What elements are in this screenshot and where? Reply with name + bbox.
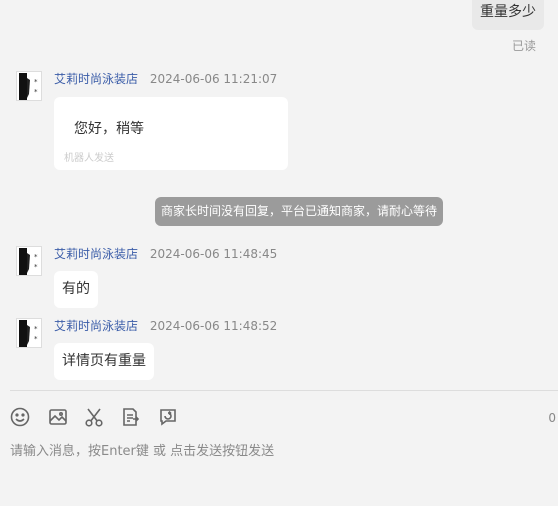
message-bubble: 您好，稍等 机器人发送 bbox=[54, 97, 288, 170]
read-status: 已读 bbox=[511, 39, 536, 53]
robot-sent-note: 机器人发送 bbox=[64, 153, 114, 164]
svg-text:*: * bbox=[34, 325, 38, 333]
shop-avatar[interactable]: * * bbox=[16, 71, 42, 101]
message-text: 详情页有重量 bbox=[62, 353, 146, 369]
shop-name[interactable]: 艾莉时尚泳装店 bbox=[54, 247, 138, 261]
image-icon[interactable] bbox=[46, 405, 70, 429]
message-time: 2024-06-06 11:21:07 bbox=[149, 72, 278, 86]
shop-name[interactable]: 艾莉时尚泳装店 bbox=[54, 72, 138, 86]
customer-message-text: 重量多少 bbox=[480, 4, 536, 20]
customer-message-bubble: 重量多少 bbox=[472, 0, 544, 30]
message-bubble: 详情页有重量 bbox=[54, 343, 154, 380]
svg-text:*: * bbox=[34, 78, 38, 86]
message-time: 2024-06-06 11:48:45 bbox=[149, 247, 278, 261]
shop-avatar[interactable]: * * bbox=[16, 318, 42, 348]
svg-text:*: * bbox=[34, 253, 38, 261]
svg-text:*: * bbox=[34, 88, 38, 96]
message-bubble: 有的 bbox=[54, 271, 98, 308]
system-notice: 商家长时间没有回复，平台已通知商家，请耐心等待 bbox=[155, 197, 443, 226]
refresh-chat-icon[interactable] bbox=[156, 405, 180, 429]
svg-text:*: * bbox=[34, 335, 38, 343]
message-meta: 艾莉时尚泳装店 2024-06-06 11:48:52 bbox=[54, 318, 277, 334]
message-text: 您好，稍等 bbox=[74, 121, 144, 137]
svg-text:*: * bbox=[34, 263, 38, 271]
message-input[interactable] bbox=[10, 440, 530, 462]
message-meta: 艾莉时尚泳装店 2024-06-06 11:48:45 bbox=[54, 246, 277, 262]
input-divider bbox=[10, 390, 558, 391]
shop-name[interactable]: 艾莉时尚泳装店 bbox=[54, 319, 138, 333]
message-meta: 艾莉时尚泳装店 2024-06-06 11:21:07 bbox=[54, 71, 277, 87]
shop-avatar[interactable]: * * bbox=[16, 246, 42, 276]
emoji-icon[interactable] bbox=[8, 405, 32, 429]
scissors-icon[interactable] bbox=[82, 405, 106, 429]
order-icon[interactable] bbox=[118, 405, 142, 429]
message-time: 2024-06-06 11:48:52 bbox=[149, 319, 278, 333]
char-count: 0 bbox=[548, 411, 556, 425]
message-text: 有的 bbox=[62, 281, 90, 297]
chat-area: 重量多少 已读 * * 艾莉时尚泳装店 2024-06-06 11:21:07 … bbox=[0, 0, 558, 390]
